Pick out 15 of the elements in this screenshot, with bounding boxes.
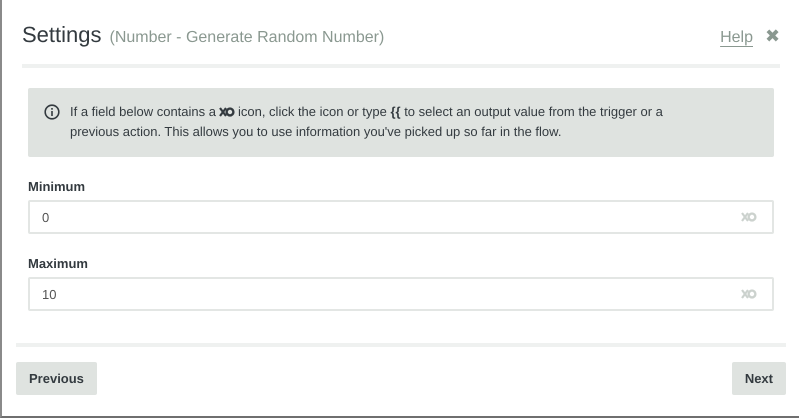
next-button[interactable]: Next — [732, 362, 786, 395]
info-text: previous action. This allows you to use information you've picked up so far in the flow. — [70, 123, 562, 141]
previous-button[interactable]: Previous — [16, 362, 97, 395]
dialog-title: Settings — [22, 22, 102, 48]
info-text: icon, click the icon or type {{ to select an output value from the trigger or a — [238, 103, 663, 121]
input-field[interactable]: 10 — [28, 277, 774, 311]
link-icon — [218, 107, 235, 117]
field-label: Minimum — [28, 179, 86, 194]
field-label: Maximum — [28, 256, 89, 271]
info-text: If a field below contains a — [70, 103, 216, 121]
link-icon — [741, 212, 757, 222]
info-icon — [44, 104, 60, 120]
link-icon — [741, 289, 757, 299]
dialog-subtitle: (Number - Generate Random Number) — [110, 29, 386, 47]
input-field[interactable]: 0 — [28, 200, 774, 234]
